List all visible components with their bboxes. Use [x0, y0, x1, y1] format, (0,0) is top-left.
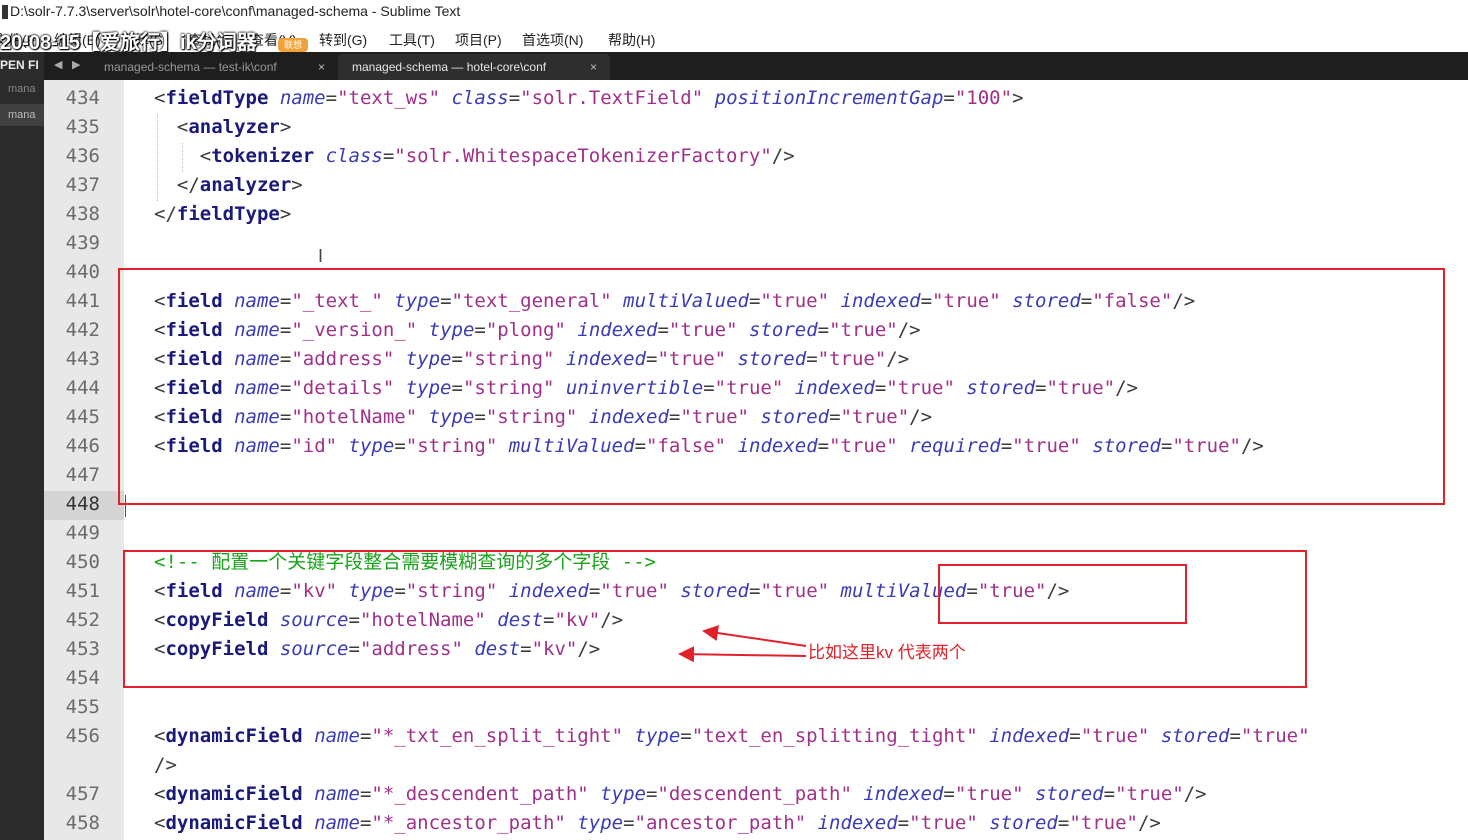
arrow-to-line-453	[678, 646, 807, 663]
mouse-ibeam-cursor-icon: I	[318, 246, 324, 266]
arrow-to-line-452	[702, 625, 807, 647]
text-caret	[125, 495, 126, 517]
annotation-note: 比如这里kv 代表两个	[808, 643, 966, 662]
annotation-arrows	[678, 625, 807, 663]
